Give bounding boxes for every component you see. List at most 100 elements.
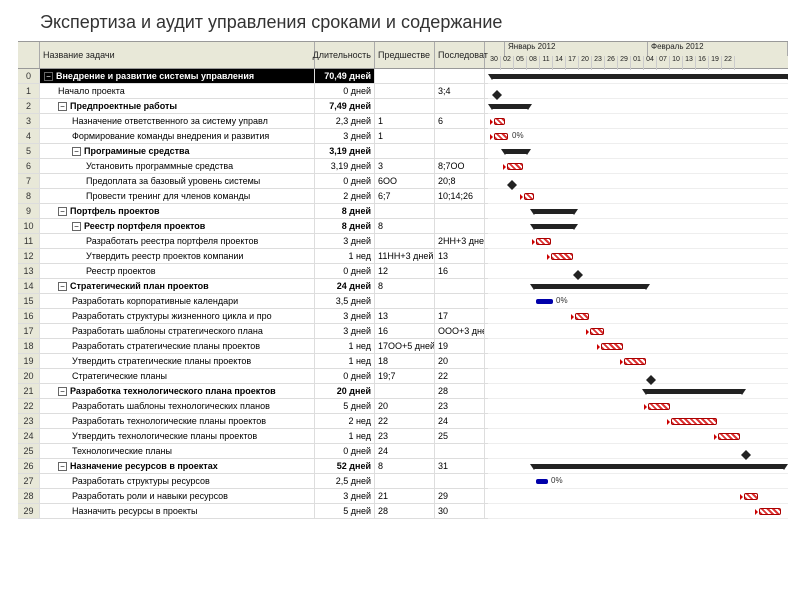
duration-cell[interactable]: 3 дней [315, 309, 375, 323]
task-name-cell[interactable]: Утвердить технологические планы проектов [40, 429, 315, 443]
succ-cell[interactable]: 22 [435, 369, 485, 383]
timeline-pane[interactable]: Январь 2012Февраль 2012 3002050811141720… [488, 41, 788, 561]
duration-cell[interactable]: 2 дней [315, 189, 375, 203]
task-name-cell[interactable]: −Внедрение и развитие системы управления [40, 69, 315, 83]
milestone-marker[interactable] [646, 370, 656, 380]
table-row[interactable]: 29Назначить ресурсы в проекты5 дней2830 [18, 504, 488, 519]
succ-cell[interactable]: 29 [435, 489, 485, 503]
summary-bar[interactable] [492, 74, 788, 79]
succ-cell[interactable] [435, 219, 485, 233]
succ-cell[interactable]: 19 [435, 339, 485, 353]
task-bar[interactable] [536, 238, 551, 245]
duration-cell[interactable]: 1 нед [315, 249, 375, 263]
table-row[interactable]: 25Технологические планы0 дней24 [18, 444, 488, 459]
task-bar[interactable] [575, 313, 589, 320]
succ-cell[interactable] [435, 294, 485, 308]
summary-bar[interactable] [534, 464, 784, 469]
table-row[interactable]: 6Установить программные средства3,19 дне… [18, 159, 488, 174]
table-row[interactable]: 17Разработать шаблоны стратегического пл… [18, 324, 488, 339]
task-bar[interactable] [759, 508, 781, 515]
progress-bar[interactable] [536, 479, 548, 484]
task-name-cell[interactable]: Разработать реестра портфеля проектов [40, 234, 315, 248]
pred-cell[interactable]: 22 [375, 414, 435, 428]
task-name-cell[interactable]: Разработать шаблоны стратегического план… [40, 324, 315, 338]
succ-cell[interactable]: 20;8 [435, 174, 485, 188]
collapse-icon[interactable]: − [72, 147, 81, 156]
succ-cell[interactable]: 17 [435, 309, 485, 323]
pred-cell[interactable]: 3 [375, 159, 435, 173]
pred-cell[interactable]: 28 [375, 504, 435, 518]
pred-cell[interactable] [375, 294, 435, 308]
pred-cell[interactable] [375, 204, 435, 218]
duration-cell[interactable]: 3 дней [315, 489, 375, 503]
task-name-cell[interactable]: Назначить ресурсы в проекты [40, 504, 315, 518]
succ-cell[interactable]: 31 [435, 459, 485, 473]
task-name-cell[interactable]: Разработать структуры жизненного цикла и… [40, 309, 315, 323]
pred-cell[interactable]: 16 [375, 324, 435, 338]
succ-cell[interactable]: 16 [435, 264, 485, 278]
gantt-chart[interactable]: 0%0%0% [488, 69, 788, 519]
task-bar[interactable] [507, 163, 523, 170]
milestone-marker[interactable] [492, 85, 502, 95]
task-name-cell[interactable]: Разработать шаблоны технологических план… [40, 399, 315, 413]
table-row[interactable]: 8Провести тренинг для членов команды2 дн… [18, 189, 488, 204]
duration-cell[interactable]: 7,49 дней [315, 99, 375, 113]
task-name-cell[interactable]: Разработать стратегические планы проекто… [40, 339, 315, 353]
milestone-marker[interactable] [741, 445, 751, 455]
collapse-icon[interactable]: − [44, 72, 53, 81]
table-row[interactable]: 2−Предпроектные работы7,49 дней [18, 99, 488, 114]
succ-cell[interactable]: 10;14;26 [435, 189, 485, 203]
pred-cell[interactable] [375, 69, 435, 83]
duration-cell[interactable]: 2,3 дней [315, 114, 375, 128]
summary-bar[interactable] [534, 209, 574, 214]
table-row[interactable]: 19Утвердить стратегические планы проекто… [18, 354, 488, 369]
pred-cell[interactable]: 17ОО+5 дней [375, 339, 435, 353]
summary-bar[interactable] [534, 224, 574, 229]
succ-cell[interactable] [435, 204, 485, 218]
task-bar[interactable] [624, 358, 646, 365]
table-row[interactable]: 22Разработать шаблоны технологических пл… [18, 399, 488, 414]
table-row[interactable]: 0−Внедрение и развитие системы управлени… [18, 69, 488, 84]
task-name-cell[interactable]: Разработать корпоративные календари [40, 294, 315, 308]
summary-bar[interactable] [492, 104, 528, 109]
collapse-icon[interactable]: − [72, 222, 81, 231]
task-name-cell[interactable]: Разработать роли и навыки ресурсов [40, 489, 315, 503]
duration-cell[interactable]: 24 дней [315, 279, 375, 293]
task-name-cell[interactable]: −Портфель проектов [40, 204, 315, 218]
collapse-icon[interactable]: − [58, 102, 67, 111]
pred-cell[interactable]: 13 [375, 309, 435, 323]
collapse-icon[interactable]: − [58, 207, 67, 216]
pred-cell[interactable]: 1 [375, 114, 435, 128]
table-row[interactable]: 16Разработать структуры жизненного цикла… [18, 309, 488, 324]
duration-cell[interactable]: 2,5 дней [315, 474, 375, 488]
duration-cell[interactable]: 3 дней [315, 324, 375, 338]
succ-cell[interactable] [435, 69, 485, 83]
pred-cell[interactable]: 23 [375, 429, 435, 443]
summary-bar[interactable] [646, 389, 742, 394]
pred-cell[interactable]: 1 [375, 129, 435, 143]
table-row[interactable]: 12Утвердить реестр проектов компании1 не… [18, 249, 488, 264]
duration-cell[interactable]: 52 дней [315, 459, 375, 473]
succ-cell[interactable]: 3;4 [435, 84, 485, 98]
task-bar[interactable] [648, 403, 670, 410]
table-row[interactable]: 24Утвердить технологические планы проект… [18, 429, 488, 444]
task-bar[interactable] [601, 343, 623, 350]
task-bar[interactable] [718, 433, 740, 440]
progress-bar[interactable] [536, 299, 553, 304]
task-name-cell[interactable]: Стратегические планы [40, 369, 315, 383]
table-row[interactable]: 28Разработать роли и навыки ресурсов3 дн… [18, 489, 488, 504]
pred-cell[interactable] [375, 84, 435, 98]
task-name-cell[interactable]: Установить программные средства [40, 159, 315, 173]
succ-cell[interactable] [435, 474, 485, 488]
task-name-cell[interactable]: Разработать структуры ресурсов [40, 474, 315, 488]
duration-cell[interactable]: 0 дней [315, 84, 375, 98]
pred-cell[interactable]: 20 [375, 399, 435, 413]
duration-cell[interactable]: 1 нед [315, 429, 375, 443]
succ-cell[interactable]: 20 [435, 354, 485, 368]
pred-cell[interactable]: 8 [375, 459, 435, 473]
task-name-cell[interactable]: −Назначение ресурсов в проектах [40, 459, 315, 473]
succ-cell[interactable]: 23 [435, 399, 485, 413]
duration-cell[interactable]: 5 дней [315, 504, 375, 518]
task-name-cell[interactable]: Формирование команды внедрения и развити… [40, 129, 315, 143]
pred-cell[interactable]: 18 [375, 354, 435, 368]
